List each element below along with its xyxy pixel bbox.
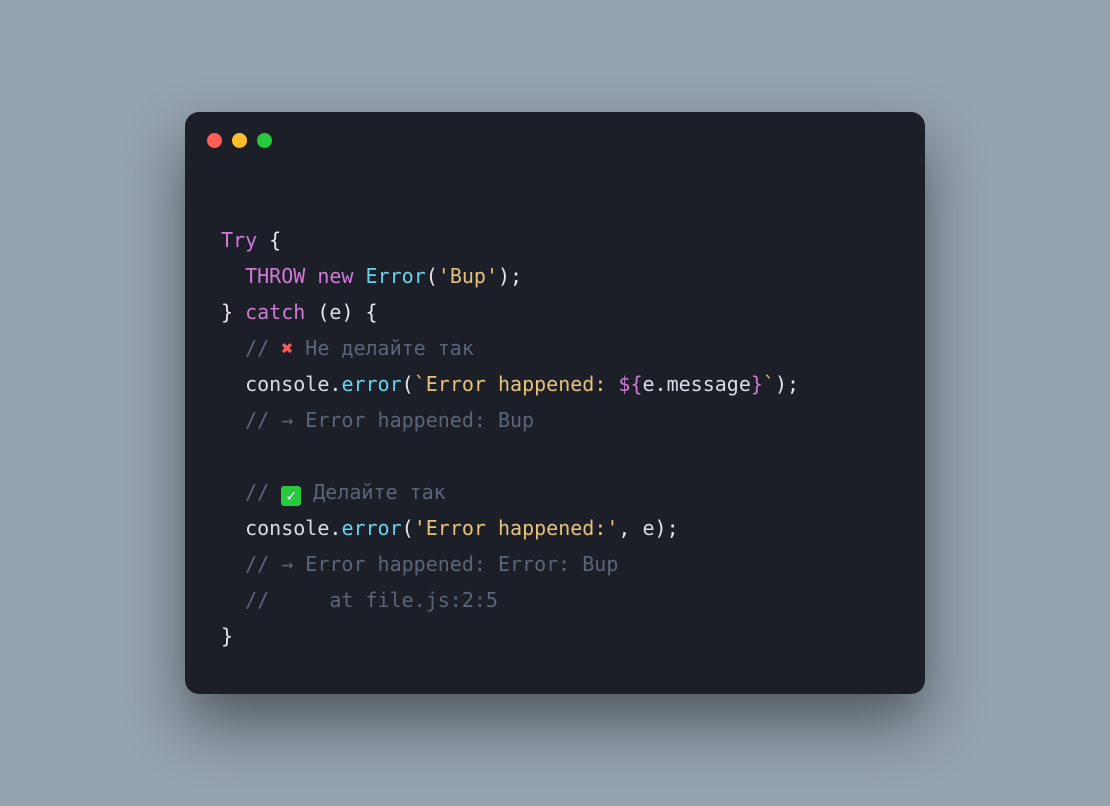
comment-dont: // ✖ Не делайте так — [245, 336, 474, 360]
method-error: error — [341, 372, 401, 396]
paren: ); — [775, 372, 799, 396]
paren: ( — [402, 372, 414, 396]
keyword-catch: catch — [233, 300, 305, 324]
method-error: error — [341, 516, 401, 540]
brace: { — [257, 228, 281, 252]
keyword-throw: THROW — [245, 264, 305, 288]
minimize-icon[interactable] — [232, 133, 247, 148]
comma: , — [618, 516, 642, 540]
identifier-e: e — [329, 300, 341, 324]
paren: ) { — [341, 300, 377, 324]
template-string: Error happened: — [426, 372, 619, 396]
identifier-console: console — [245, 372, 329, 396]
maximize-icon[interactable] — [257, 133, 272, 148]
dot: . — [329, 372, 341, 396]
string-bup: 'Bup' — [438, 264, 498, 288]
keyword-new: new — [305, 264, 353, 288]
paren: ( — [426, 264, 438, 288]
comment-slashes: // — [245, 480, 281, 504]
backtick: ` — [414, 372, 426, 396]
identifier-e: e — [643, 516, 655, 540]
string-literal: 'Error happened:' — [414, 516, 619, 540]
x-mark-icon: ✖ — [281, 336, 293, 360]
brace: } — [221, 624, 233, 648]
check-mark-icon: ✓ — [281, 486, 301, 506]
paren: ( — [402, 516, 414, 540]
comment-slashes: // — [245, 336, 281, 360]
keyword-try: Try — [221, 228, 257, 252]
identifier-console: console — [245, 516, 329, 540]
comment-text: Не делайте так — [293, 336, 474, 360]
brace: } — [221, 300, 233, 324]
comment-output-2a: // → Error happened: Error: Bup — [245, 552, 618, 576]
expr-e-message: e.message — [643, 372, 751, 396]
code-window: Try { THROW new Error('Bup'); } catch (e… — [185, 112, 925, 694]
close-icon[interactable] — [207, 133, 222, 148]
comment-text: Делайте так — [301, 480, 446, 504]
paren: ( — [305, 300, 329, 324]
dot: . — [329, 516, 341, 540]
comment-output-1: // → Error happened: Bup — [245, 408, 534, 432]
comment-output-2b: // at file.js:2:5 — [245, 588, 498, 612]
comment-do: // ✓ Делайте так — [245, 480, 446, 504]
code-block: Try { THROW new Error('Bup'); } catch (e… — [185, 168, 925, 694]
class-error: Error — [353, 264, 425, 288]
backtick: ` — [763, 372, 775, 396]
paren: ); — [498, 264, 522, 288]
paren: ); — [655, 516, 679, 540]
interp-close: } — [751, 372, 763, 396]
interp-open: ${ — [618, 372, 642, 396]
window-titlebar — [185, 112, 925, 168]
